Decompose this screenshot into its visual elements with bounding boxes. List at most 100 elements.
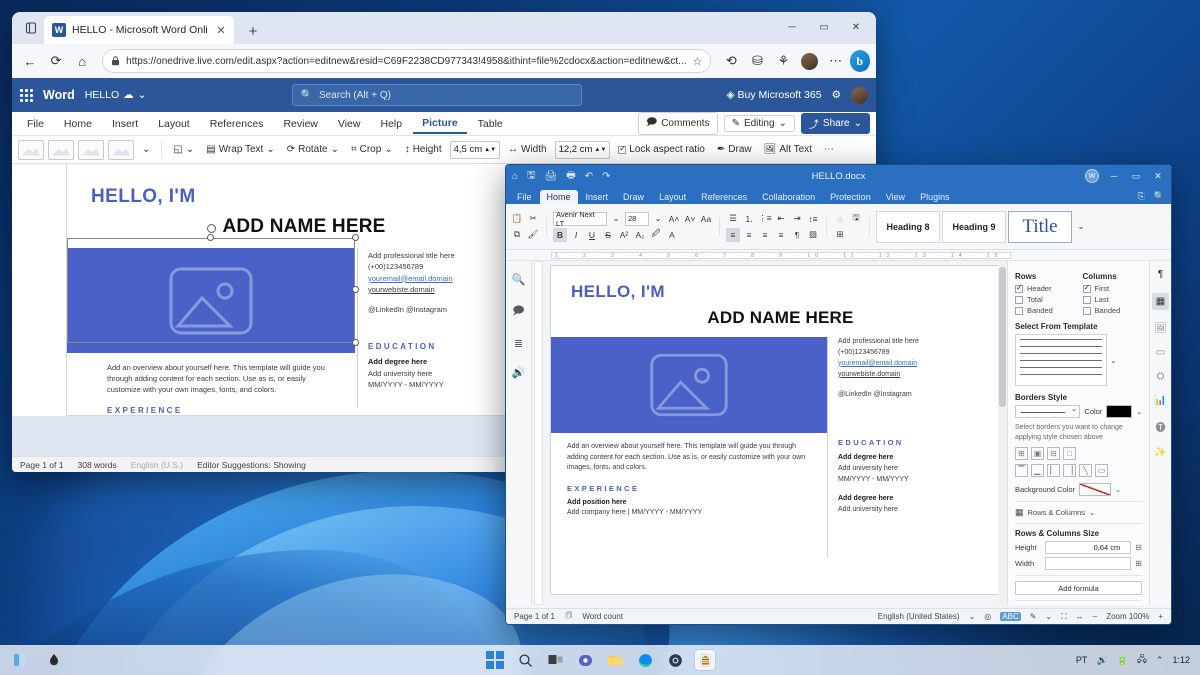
style-heading-9[interactable]: Heading 9	[942, 211, 1006, 243]
column-width-field[interactable]: Width ⊞	[1015, 557, 1142, 570]
borders-icon[interactable]: ⊞	[833, 228, 847, 242]
network-icon[interactable]: 🖧	[1137, 652, 1147, 668]
user-avatar[interactable]	[851, 87, 868, 104]
search-icon[interactable]	[515, 650, 535, 670]
wps-title-bar[interactable]: ⌂ 🖫 🖨 🖶 ↶ ↷ HELLO.docx W ─ ▭ ✕	[506, 165, 1171, 187]
outline-icon[interactable]: ≣	[514, 337, 523, 350]
proofing-icon[interactable]: ABC	[1000, 612, 1020, 621]
wps-status-bar[interactable]: Page 1 of 1 🗊 Word count English (United…	[506, 608, 1171, 624]
width-input[interactable]	[1045, 557, 1131, 570]
back-icon[interactable]: ←	[18, 48, 42, 74]
align-right-icon[interactable]: ≡	[758, 228, 772, 242]
wps-office-icon[interactable]	[695, 650, 715, 670]
chevron-down-icon[interactable]: ⌄	[1136, 408, 1142, 416]
columns-first-checkbox[interactable]: First	[1083, 284, 1143, 293]
shape-tools-icon[interactable]: ▭	[1156, 347, 1165, 358]
maximize-button[interactable]: ▭	[808, 14, 840, 40]
wps-search-icon[interactable]: 🔍	[1154, 191, 1165, 202]
print-icon[interactable]: 🖨	[545, 171, 558, 182]
wps-menu-draw[interactable]: Draw	[616, 190, 651, 204]
line-spacing-icon[interactable]: ↕≡	[806, 212, 820, 226]
wps-menu-view[interactable]: View	[879, 190, 912, 204]
file-explorer-icon[interactable]	[605, 650, 625, 670]
tab-close-icon[interactable]: ✕	[214, 24, 228, 37]
document-name-label[interactable]: HELLO ☁ ⌄	[85, 89, 147, 101]
word-online-appbar[interactable]: Word HELLO ☁ ⌄ 🔍 Search (Alt + Q) ◈ Buy …	[12, 78, 876, 112]
new-tab-button[interactable]: +	[242, 23, 264, 40]
paragraph-group[interactable]: ☰ ⒈ ⋮≡ ⇤ ⇥ ↕≡ ≡ ≡ ≡ ≡ ¶ ▨	[726, 212, 820, 242]
wps-menu-insert[interactable]: Insert	[579, 190, 616, 204]
wps-status-word-count[interactable]: Word count	[582, 612, 623, 621]
profile-avatar[interactable]	[798, 48, 822, 74]
rows-banded-checkbox[interactable]: Banded	[1015, 306, 1075, 315]
app-launcher-icon[interactable]	[20, 89, 33, 102]
zoom-out-button[interactable]: –	[1093, 612, 1097, 621]
ribbon-tab-references[interactable]: References	[201, 115, 273, 133]
add-formula-button[interactable]: Add formula	[1015, 581, 1142, 595]
tab-search-icon[interactable]	[18, 15, 44, 41]
resume-email[interactable]: youremail@email.domain	[368, 273, 517, 284]
ribbon-tab-picture[interactable]: Picture	[413, 114, 467, 134]
eraser-icon[interactable]: ◌	[833, 212, 847, 226]
table-properties-panel[interactable]: Rows Header Total Banded Columns First L…	[1007, 261, 1149, 605]
picture-tools-icon[interactable]: 🖼	[1154, 323, 1167, 334]
redo-icon[interactable]: ↷	[602, 171, 610, 182]
chevron-down-icon[interactable]: ⌄	[1045, 612, 1052, 621]
favorite-star-icon[interactable]: ☆	[692, 55, 702, 68]
border-inside-icon[interactable]: ⊟	[1047, 447, 1060, 460]
chart-tools-icon[interactable]: 📊	[1154, 395, 1166, 406]
picture-ribbon[interactable]: ⌄ ◱⌄ ▤ Wrap Text ⌄ ⟳ Rotate ⌄ ⌗ Crop ⌄ ↕…	[12, 136, 876, 164]
wps-menu-home[interactable]: Home	[540, 190, 578, 204]
underline-button[interactable]: U	[585, 228, 599, 242]
save-as-icon[interactable]: 🖫	[849, 212, 863, 226]
border-right-icon[interactable]: ▕	[1063, 464, 1076, 477]
border-buttons-row-1[interactable]: ⊞ ▣ ⊟ □	[1015, 447, 1142, 460]
browser-essentials-icon[interactable]: ⚘	[771, 48, 795, 74]
spellcheck-icon[interactable]: ◎	[984, 612, 991, 621]
close-button[interactable]: ✕	[840, 14, 872, 40]
shrink-font-icon[interactable]: A˅	[683, 212, 697, 226]
taskbar-app-group[interactable]	[485, 650, 715, 670]
weather-icon[interactable]	[44, 650, 64, 670]
style-title[interactable]: Title	[1008, 211, 1072, 243]
ribbon-tab-review[interactable]: Review	[274, 115, 326, 133]
battery-icon[interactable]: 🔋	[1117, 655, 1128, 666]
wps-maximize-button[interactable]: ▭	[1129, 171, 1143, 182]
highlight-color-icon[interactable]: 🖉	[649, 228, 663, 242]
table-tools-icon[interactable]: ▦	[1152, 293, 1169, 310]
track-changes-icon[interactable]: ✎	[1030, 612, 1037, 621]
wps-left-rail[interactable]: 🔍 🗩 ≣ 🔊	[506, 261, 532, 605]
history-icon[interactable]: ⟲	[719, 48, 743, 74]
border-buttons-row-2[interactable]: ▔ ▁ ▏ ▕ ╲ ▭	[1015, 464, 1142, 477]
row-height-field[interactable]: Height 0,64 cm ⊟	[1015, 541, 1142, 554]
selection-handle-top[interactable]	[207, 234, 214, 241]
text-box-icon[interactable]: 🅣	[1156, 419, 1166, 434]
zoom-level-label[interactable]: Zoom 100%	[1106, 612, 1149, 621]
height-input[interactable]: 4,5 cm ▲▼	[450, 141, 500, 159]
chevron-down-icon[interactable]: ⌄	[1110, 356, 1117, 365]
font-name-input[interactable]: Avenir Next LT	[553, 212, 607, 226]
show-marks-icon[interactable]: ¶	[790, 228, 804, 242]
columns-last-checkbox[interactable]: Last	[1083, 295, 1143, 304]
ribbon-tab-view[interactable]: View	[329, 115, 370, 133]
height-input[interactable]: 0,64 cm	[1045, 541, 1131, 554]
start-icon[interactable]	[485, 650, 505, 670]
task-view-icon[interactable]	[545, 650, 565, 670]
border-color-swatch[interactable]	[1106, 405, 1132, 418]
decrease-indent-icon[interactable]: ⇤	[774, 212, 788, 226]
clock-time[interactable]: 1:12	[1172, 655, 1190, 665]
wps-resume-photo-placeholder[interactable]	[551, 337, 827, 433]
rotate-button[interactable]: ⟳ Rotate ⌄	[283, 142, 343, 157]
minimize-button[interactable]: ─	[776, 14, 808, 40]
status-editor-suggestions[interactable]: Editor Suggestions: Showing	[197, 460, 306, 470]
clipboard-group[interactable]: 📋✂ ⧉🖌	[510, 212, 540, 242]
zoom-in-button[interactable]: +	[1158, 612, 1163, 621]
font-size-input[interactable]: 28	[625, 212, 649, 226]
read-aloud-icon[interactable]: 🔊	[512, 366, 526, 379]
font-color-icon[interactable]: A	[665, 228, 679, 242]
appbar-right-group[interactable]: ◈ Buy Microsoft 365 ⚙	[727, 87, 868, 104]
table-template-preview[interactable]	[1015, 334, 1107, 386]
rows-total-checkbox[interactable]: Total	[1015, 295, 1075, 304]
wps-right-rail[interactable]: ¶ ▦ 🖼 ▭ ⛭ 📊 🅣 ✨	[1149, 261, 1171, 605]
comments-button[interactable]: 🗩 Comments	[638, 112, 717, 135]
